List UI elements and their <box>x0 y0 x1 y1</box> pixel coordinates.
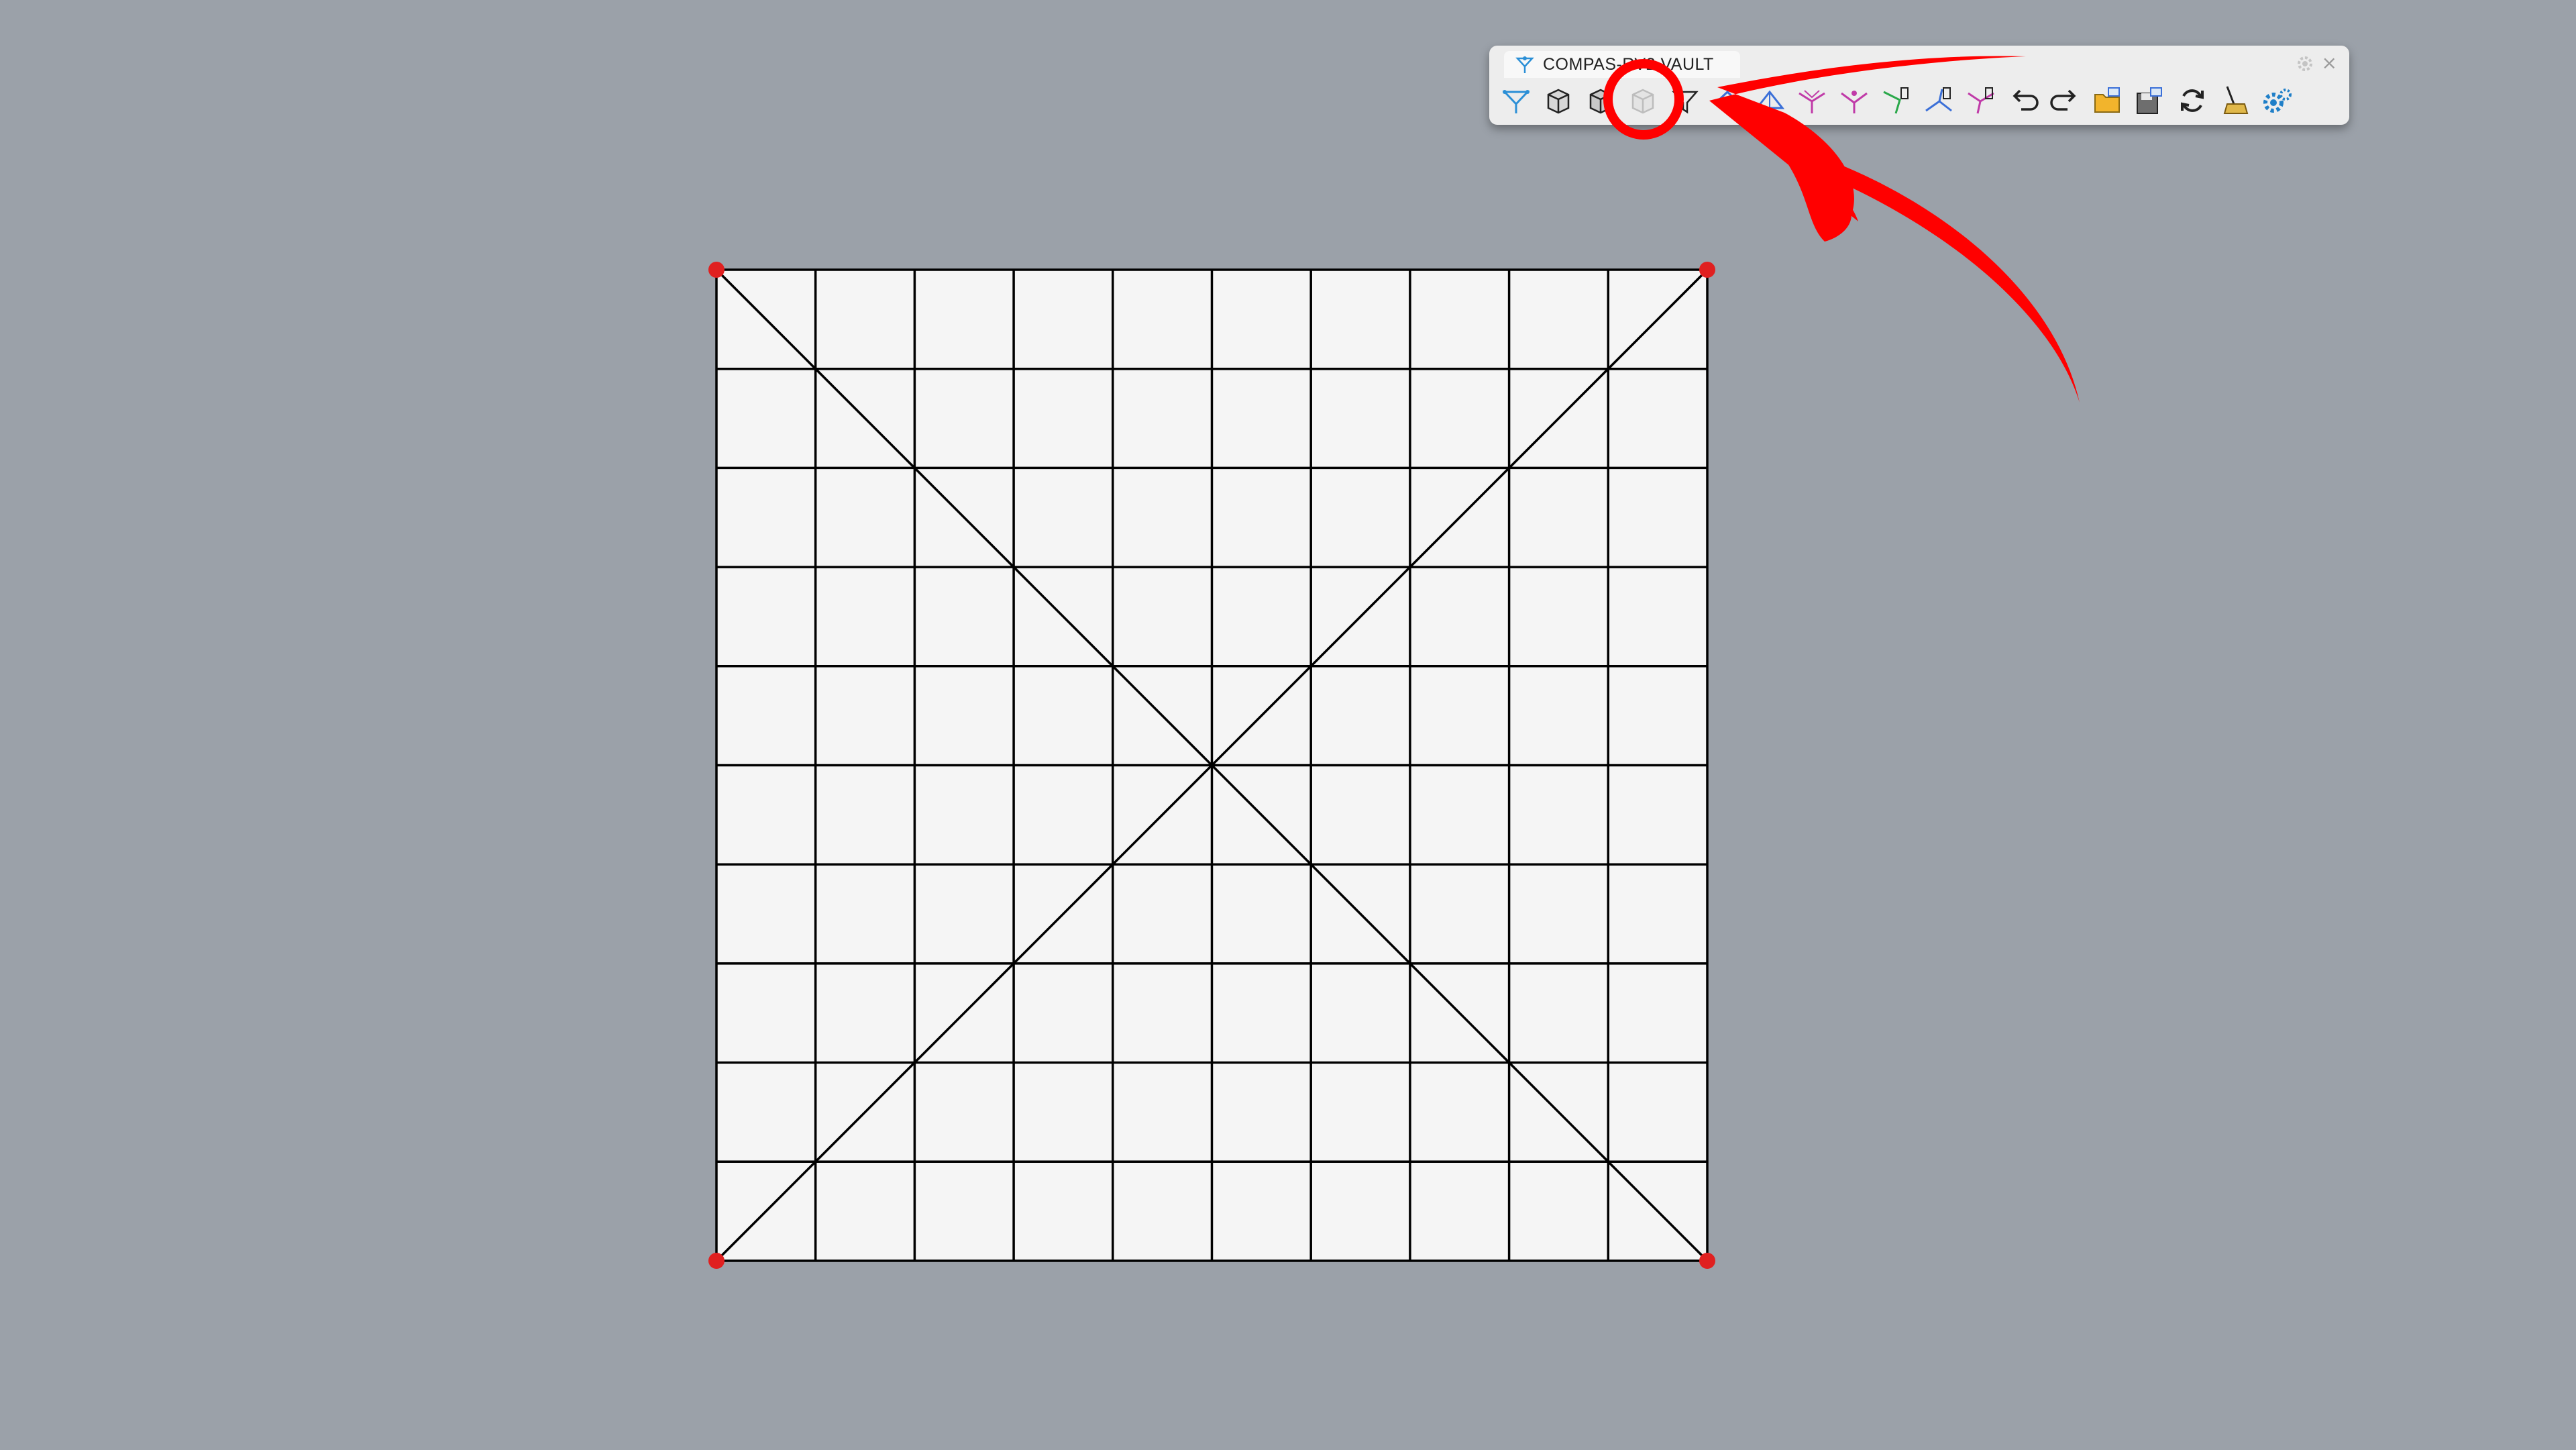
rv2-logo-icon <box>1502 90 1529 113</box>
modify-pattern-tool[interactable] <box>1962 83 1999 119</box>
redo-tool[interactable] <box>2047 83 2084 119</box>
undo-tool[interactable] <box>2004 83 2041 119</box>
broom-icon <box>2223 86 2248 114</box>
rv2-logo-icon <box>1515 56 1534 73</box>
form-diagram-mesh[interactable] <box>0 0 2576 1450</box>
pattern-from-mesh-tool[interactable] <box>1540 83 1576 119</box>
settings-tool[interactable] <box>2258 83 2295 119</box>
thrust-diagram-icon <box>1798 90 1825 113</box>
funnel-icon <box>1671 91 1699 114</box>
force-tool[interactable] <box>1751 83 1788 119</box>
thrust-tool[interactable] <box>1793 83 1830 119</box>
form-diagram-icon <box>1713 90 1741 105</box>
rhino-viewport[interactable] <box>0 0 2576 1450</box>
pattern-box-icon <box>1631 89 1654 114</box>
support-point-bottom-left[interactable] <box>708 1253 724 1269</box>
save-file-tool[interactable] <box>2131 83 2168 119</box>
modify-form-tool[interactable] <box>1835 83 1872 119</box>
toolbar-gear-icon[interactable] <box>2296 54 2314 73</box>
settings-gear-icon <box>2263 89 2292 113</box>
undo-icon <box>2012 89 2039 111</box>
modify-thrust-icon <box>1925 87 1952 112</box>
open-folder-icon <box>2094 87 2120 113</box>
reload-icon <box>2180 89 2204 112</box>
force-diagram-icon <box>1754 90 1784 109</box>
support-point-top-right[interactable] <box>1699 262 1715 278</box>
support-point-bottom-right[interactable] <box>1699 1253 1715 1269</box>
redo-icon <box>2049 89 2076 111</box>
modify-thrust-tool[interactable] <box>1920 83 1957 119</box>
toolbar-title: COMPAS-RV2 VAULT <box>1543 54 1714 74</box>
reload-tool[interactable] <box>2174 83 2210 119</box>
clear-tool[interactable] <box>2216 83 2253 119</box>
form-tool[interactable] <box>1709 83 1746 119</box>
modify-pattern-icon <box>1967 87 1994 114</box>
modify-form-icon <box>1840 91 1868 113</box>
toolbar-buttons <box>1497 81 2344 121</box>
modify-force-icon <box>1882 87 1909 114</box>
box-surface-icon <box>1589 89 1611 114</box>
rv2-init-tool[interactable] <box>1497 83 1534 119</box>
pattern-from-skeleton-tool[interactable] <box>1624 83 1661 119</box>
compas-rv2-toolbar[interactable]: COMPAS-RV2 VAULT × <box>1489 46 2349 125</box>
pattern-from-surface-tool[interactable] <box>1582 83 1619 119</box>
toolbar-tab[interactable]: COMPAS-RV2 VAULT <box>1504 51 1740 78</box>
save-disk-icon <box>2136 87 2162 114</box>
toolbar-close-icon[interactable]: × <box>2322 50 2337 76</box>
boundaries-tool[interactable] <box>1666 83 1703 119</box>
open-file-tool[interactable] <box>2089 83 2126 119</box>
modify-force-tool[interactable] <box>1878 83 1915 119</box>
mesh-edges <box>715 268 1709 1262</box>
support-point-top-left[interactable] <box>708 262 724 278</box>
box-mesh-icon <box>1547 89 1569 114</box>
